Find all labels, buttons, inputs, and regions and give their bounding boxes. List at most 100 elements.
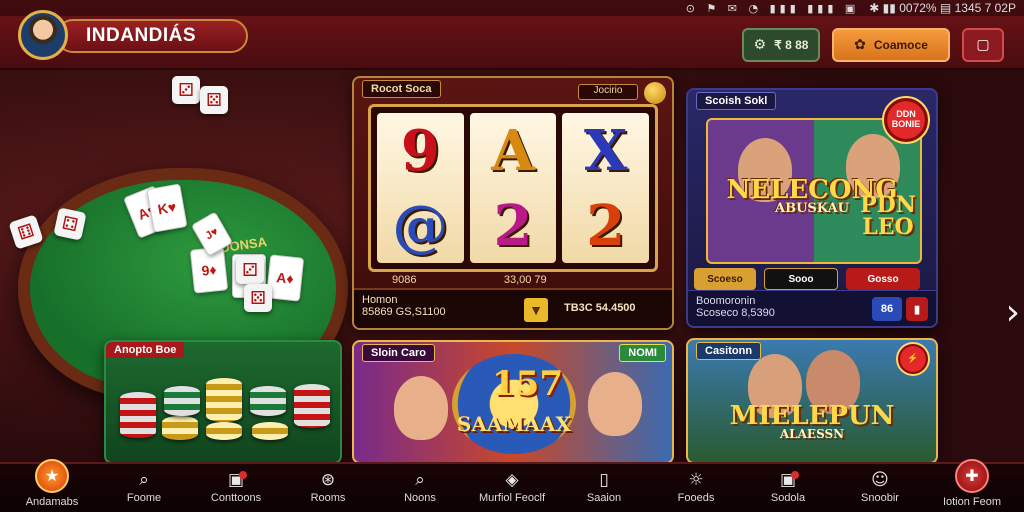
reel-symbol: X [583, 117, 628, 184]
bigwin-title: SAAMAAX [456, 412, 572, 436]
nav-saaion[interactable]: ▯ Saaion [559, 465, 649, 511]
slot-card-tag: Rocot Soca [362, 80, 441, 98]
status-bar: ⊙ ⚑ ✉ ◔ ▮▮▮ ▮▮▮ ▣ ✱ ▮▮ 0072% ▤ 1345 7 02… [0, 0, 1024, 16]
char-footer: Boomoronin Scoseco 8,5390 86 ▮ [688, 290, 936, 326]
bonus-badge: DDN BONIE [882, 96, 930, 144]
chip-stack [206, 422, 242, 440]
nav-saaion-icon: ▯ [599, 470, 609, 490]
stat-pill[interactable]: Gosso [846, 268, 920, 290]
nav-snoobir-icon: ☺ [871, 470, 889, 490]
die-icon: ⚂ [172, 76, 200, 104]
nav-fooeds-icon: ☼ [688, 470, 704, 490]
nav-home-icon: ★ [35, 458, 69, 493]
menu-button[interactable]: ▢ [962, 28, 1004, 62]
nav-iotion-icon: ✚ [955, 458, 989, 493]
nav-murfiol-icon: ◈ [505, 470, 519, 490]
app-header: ⊙ ⚑ ✉ ◔ ▮▮▮ ▮▮▮ ▣ ✱ ▮▮ 0072% ▤ 1345 7 02… [0, 0, 1024, 70]
status-right-text: ✱ ▮▮ 0072% ▤ 1345 7 02P [869, 1, 1016, 15]
bigwin-number: 157 [492, 364, 563, 404]
chip-stack [206, 378, 242, 422]
chip-stack [164, 386, 200, 416]
chips-card-tag: Anopto Boe [106, 342, 185, 358]
chip-stack [250, 386, 286, 416]
die-icon: ⚂ [236, 256, 264, 284]
slot-info-label: Jocirio [578, 84, 638, 100]
nav-murfiol[interactable]: ◈ Murfiol Feoclf [467, 465, 557, 511]
reel-symbol: A [491, 117, 535, 184]
char-value-button[interactable]: 86 [872, 297, 902, 321]
nav-snoobir[interactable]: ☺ Snoobir [835, 465, 925, 511]
mielepun-title: MIELEPUN ALAESSN [696, 403, 928, 440]
avatar[interactable] [18, 10, 68, 60]
nav-fooeds[interactable]: ☼ Fooeds [651, 465, 741, 511]
character-game-card[interactable]: Scoish Sokl DDN BONIE NELECONG ABUSKAU P… [686, 88, 938, 328]
die-icon: ⚄ [200, 86, 228, 114]
reel-symbol: @ [392, 192, 449, 259]
nav-label: Noons [404, 492, 436, 504]
nav-foome-icon: ⌕ [139, 470, 149, 490]
nav-label: Foome [126, 492, 162, 504]
die-icon: ⚃ [53, 207, 87, 241]
nav-iotion[interactable]: ✚ Iotion Feom [927, 458, 1017, 511]
stat-pill[interactable]: Sooo [764, 268, 838, 290]
notification-dot [791, 471, 799, 479]
notification-dot [239, 471, 247, 479]
nav-label: Iotion Feom [942, 495, 1002, 508]
char-title-right: PDN LEO [860, 192, 916, 240]
nav-noons-icon: ⌕ [415, 470, 425, 490]
slot-amount: TB3C 54.4500 [564, 302, 636, 314]
spin-button[interactable]: ▼ [524, 298, 548, 322]
chip-stack [162, 416, 198, 440]
slot-game-card[interactable]: Rocot Soca Jocirio 9 @ A 2 X 2 9086 33,0… [352, 76, 674, 330]
mielepun-game-card[interactable]: Casitonn ⚡ MIELEPUN ALAESSN [686, 338, 938, 464]
bottom-nav: ★ Andamabs ⌕ Foome ▣ Conttoons ⊛ Rooms ⌕ Noons ◈ Mu… [0, 458, 1024, 512]
wallet-label: ₹ 8 88 [774, 38, 809, 52]
bigwin-card-tag: Sloin Caro [362, 344, 436, 362]
nav-label: Fooeds [677, 492, 715, 504]
char-stat-bar: Scoeso Sooo Gosso [694, 268, 930, 290]
wallet-button[interactable]: ⚙ ₹ 8 88 [742, 28, 820, 62]
slot-reel: X 2 [562, 113, 650, 263]
wallet-icon: ⚙ [753, 37, 767, 53]
nav-label: Sodola [770, 492, 806, 504]
nav-label: Saaion [586, 492, 622, 504]
nav-sodola[interactable]: ▣ Sodola [743, 465, 833, 511]
miele-card-tag: Casitonn [696, 342, 762, 360]
nav-label: Andamabs [25, 495, 79, 508]
nav-label: Conttoons [210, 492, 262, 504]
bigwin-game-card[interactable]: Sloin Caro NOMI 157 SAAMAAX [352, 340, 674, 464]
chevron-right-icon[interactable]: › [1006, 292, 1020, 333]
stat-pill[interactable]: Scoeso [694, 268, 756, 290]
reel-symbol: 9 [400, 117, 440, 184]
char-card-tag: Scoish Sokl [696, 92, 777, 110]
chip-stack [294, 384, 330, 428]
nav-rooms-icon: ⊛ [320, 470, 336, 490]
coin-icon [644, 82, 666, 104]
slot-footer: Homon 85869 GS,S1100 ▼ TB3C 54.4500 [354, 288, 672, 328]
deposit-icon: ✿ [854, 37, 866, 53]
playing-card: K♥ [146, 183, 188, 233]
nav-label: Rooms [310, 492, 346, 504]
chips-game-card[interactable]: Anopto Boe [104, 340, 342, 464]
deposit-button[interactable]: ✿ Coamoce [832, 28, 950, 62]
nav-foome[interactable]: ⌕ Foome [99, 465, 189, 511]
character-portrait [394, 376, 448, 440]
slot-reel: 9 @ [377, 113, 464, 263]
nav-noons[interactable]: ⌕ Noons [375, 465, 465, 511]
deposit-label: Coamoce [873, 38, 928, 52]
bigwin-logo: 157 SAAMAAX [452, 354, 576, 454]
char-close-button[interactable]: ▮ [906, 297, 928, 321]
slot-reels: 9 @ A 2 X 2 [368, 104, 658, 272]
brand-name: INDANDIÁS [86, 25, 197, 46]
brand-title[interactable]: INDANDIÁS [56, 19, 248, 53]
status-icons: ⊙ ⚑ ✉ ◔ ▮▮▮ ▮▮▮ ▣ [685, 1, 860, 15]
character-portrait [588, 372, 642, 436]
chip-stack [252, 422, 288, 440]
nav-home[interactable]: ★ Andamabs [7, 458, 97, 511]
lightning-badge-icon: ⚡ [896, 342, 930, 376]
reel-symbol: 2 [493, 192, 533, 259]
slot-reel: A 2 [469, 113, 557, 263]
menu-icon: ▢ [976, 37, 990, 53]
nav-rooms[interactable]: ⊛ Rooms [283, 465, 373, 511]
nav-conttoons[interactable]: ▣ Conttoons [191, 465, 281, 511]
